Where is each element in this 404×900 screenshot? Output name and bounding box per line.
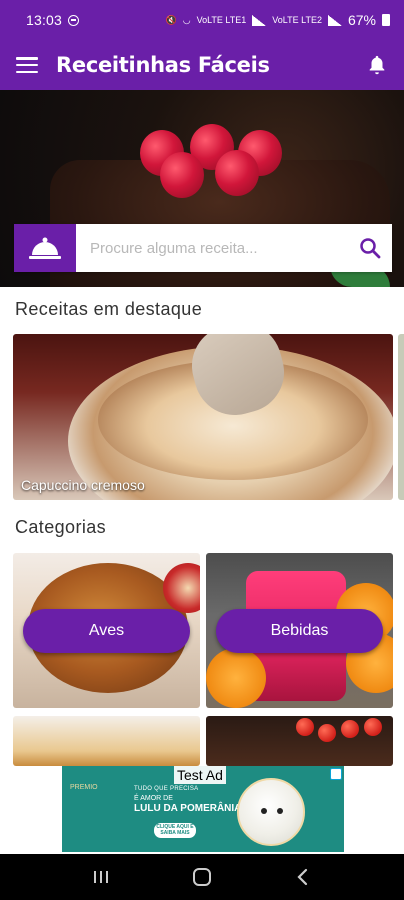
test-ad-label: Test Ad bbox=[174, 766, 226, 784]
raspberry bbox=[160, 152, 204, 198]
ad-line-1: TUDO QUE PRECISA bbox=[134, 786, 199, 792]
pomeranian-dog-image bbox=[237, 778, 305, 846]
featured-recipe-card[interactable]: Capuccino cremoso bbox=[13, 334, 393, 500]
category-card-bread[interactable] bbox=[13, 716, 200, 766]
recents-icon[interactable] bbox=[86, 862, 116, 892]
network-2-label: VoLTE LTE2 bbox=[272, 15, 322, 25]
hamburger-menu-icon[interactable] bbox=[16, 57, 38, 73]
featured-section-title: Receitas em destaque bbox=[15, 299, 203, 319]
back-chevron-icon[interactable] bbox=[288, 862, 318, 892]
search-input[interactable]: Procure alguma receita... bbox=[76, 240, 348, 257]
categories-section-title: Categorias bbox=[15, 517, 107, 537]
category-button-aves[interactable]: Aves bbox=[23, 609, 190, 653]
home-icon[interactable] bbox=[187, 862, 217, 892]
battery-icon bbox=[382, 14, 390, 26]
system-nav-bar bbox=[0, 854, 404, 900]
ad-brand: PREMIO bbox=[70, 784, 98, 791]
ad-cta-button[interactable]: CLIQUE AQUI E SAIBA MAIS bbox=[154, 823, 196, 838]
raspberry bbox=[215, 150, 259, 196]
status-time: 13:03 bbox=[26, 12, 63, 28]
category-card-grill[interactable] bbox=[206, 716, 393, 766]
app-title: Receitinhas Fáceis bbox=[56, 53, 270, 77]
search-bar: Procure alguma receita... bbox=[14, 224, 392, 272]
tomato-shape bbox=[364, 718, 382, 736]
search-placeholder: Procure alguma receita... bbox=[90, 239, 258, 257]
category-button-bebidas[interactable]: Bebidas bbox=[216, 609, 383, 653]
ad-banner[interactable]: PREMIO TUDO QUE PRECISA É AMOR DE LULU D… bbox=[62, 766, 344, 852]
app-bar: Receitinhas Fáceis bbox=[0, 40, 404, 90]
battery-percent: 67% bbox=[347, 12, 376, 28]
bell-icon[interactable] bbox=[366, 54, 388, 76]
signal-2-icon bbox=[327, 14, 342, 26]
status-bar: 13:03 🔇 ◡ VoLTE LTE1 VoLTE LTE2 67% bbox=[0, 0, 404, 40]
category-card-bebidas[interactable]: Bebidas bbox=[206, 553, 393, 708]
category-card-aves[interactable]: Aves bbox=[13, 553, 200, 708]
next-featured-card-peek[interactable] bbox=[398, 334, 404, 500]
search-icon[interactable] bbox=[348, 237, 392, 259]
ad-headline: LULU DA POMERÂNIA! bbox=[134, 803, 245, 814]
signal-1-icon bbox=[252, 14, 267, 26]
adchoices-icon[interactable] bbox=[330, 768, 342, 780]
status-icons: 🔇 ◡ VoLTE LTE1 VoLTE LTE2 67% bbox=[165, 12, 390, 28]
orange-shape bbox=[206, 648, 266, 708]
do-not-disturb-icon bbox=[68, 14, 80, 26]
tomato-shape bbox=[296, 718, 314, 736]
ad-line-2: É AMOR DE bbox=[134, 795, 173, 802]
cloche-icon[interactable] bbox=[14, 224, 76, 272]
network-1-label: VoLTE LTE1 bbox=[196, 15, 247, 25]
featured-recipe-caption: Capuccino cremoso bbox=[21, 477, 145, 493]
tomato-shape bbox=[318, 724, 336, 742]
tomato-shape bbox=[341, 720, 359, 738]
mute-icon: 🔇 bbox=[165, 14, 177, 25]
wifi-icon: ◡ bbox=[182, 14, 191, 25]
